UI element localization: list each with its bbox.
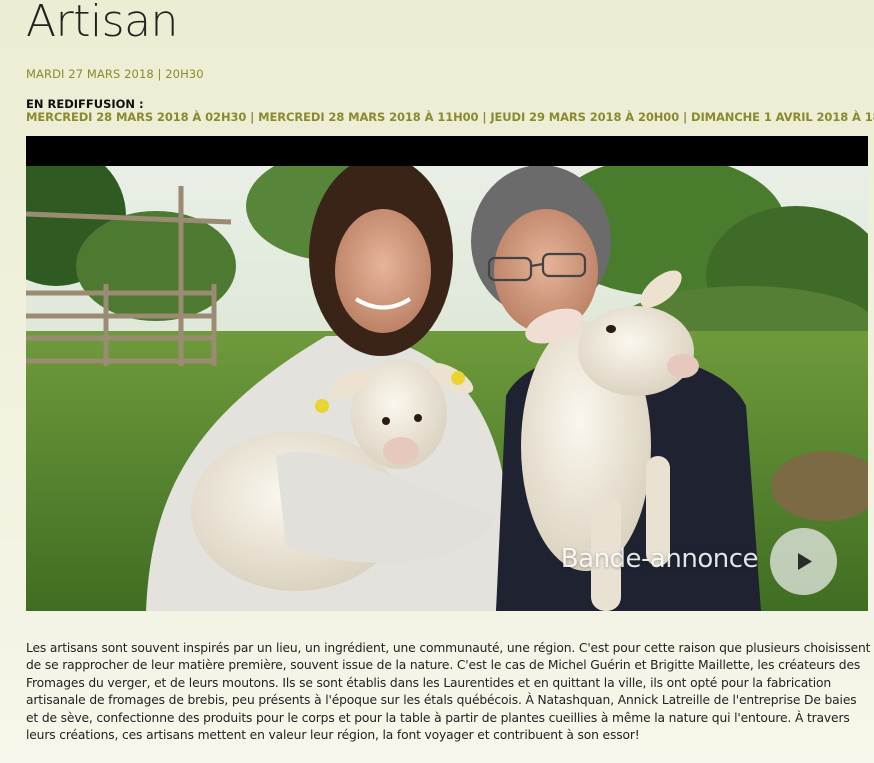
rebroadcast-label: EN REDIFFUSION : [26, 97, 144, 111]
page-title: Artisan [26, 0, 178, 47]
airdate: MARDI 27 MARS 2018 | 20H30 [26, 67, 204, 81]
rebroadcast-dates: MERCREDI 28 MARS 2018 À 02H30 | MERCREDI… [26, 110, 874, 124]
trailer-label[interactable]: Bande-annonce [561, 544, 759, 574]
episode-page: Artisan MARDI 27 MARS 2018 | 20H30 EN RE… [0, 0, 874, 763]
video-letterbox-bar [26, 136, 868, 166]
play-icon [798, 553, 812, 570]
episode-description: Les artisans sont souvent inspirés par u… [26, 641, 871, 743]
video-player[interactable]: Bande-annonce [26, 136, 868, 611]
play-button[interactable] [770, 528, 837, 595]
